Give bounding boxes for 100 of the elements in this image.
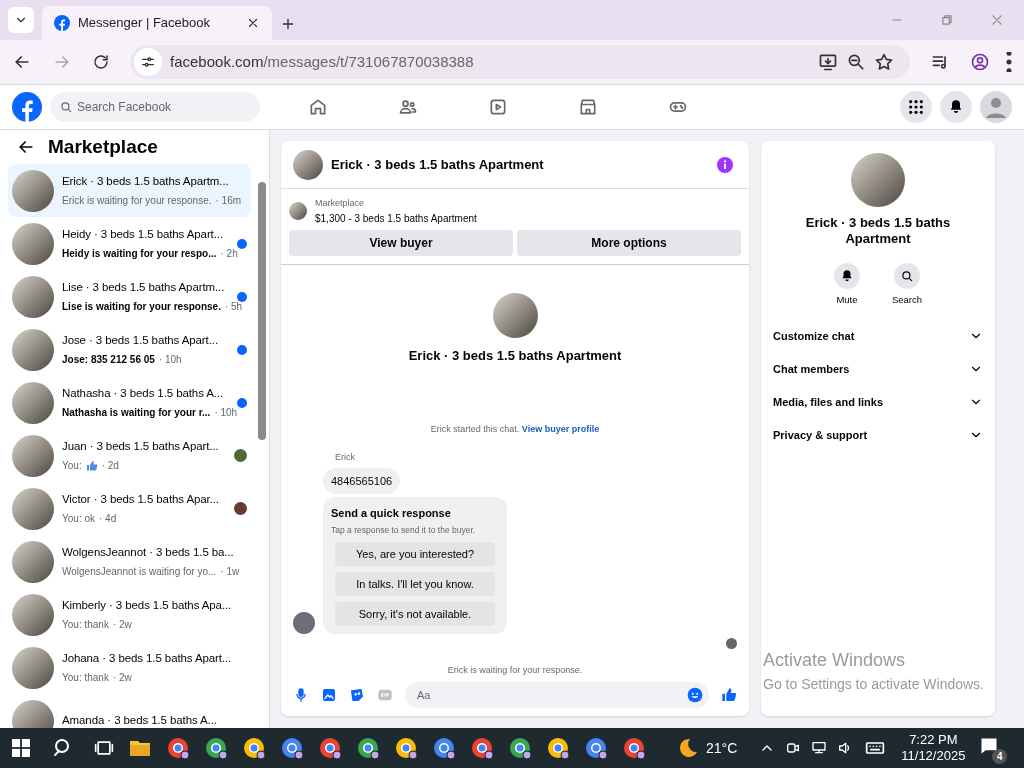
info-icon[interactable]	[717, 156, 733, 173]
conversation-item[interactable]: Johana · 3 beds 1.5 baths Apart... You: thank · 2w	[8, 641, 251, 694]
listing-action-button[interactable]: More options	[517, 229, 741, 256]
search-icon	[900, 269, 914, 283]
message-preview: You: ok	[62, 512, 95, 527]
browser-tab[interactable]: Messenger | Facebook	[42, 6, 272, 40]
sticker-icon	[349, 687, 365, 703]
apartment-photo	[12, 434, 54, 477]
conversation-item[interactable]: Victor · 3 beds 1.5 baths Apar... You: ok · 4d	[8, 482, 251, 535]
conversation-item[interactable]: Heidy · 3 beds 1.5 baths Apart... Heidy is waiting for your respo... · 2h	[8, 217, 251, 270]
read-receipt-avatar	[726, 638, 737, 650]
site-settings-icon	[140, 54, 156, 70]
section-label: Chat members	[773, 361, 851, 377]
apartment-photo	[12, 169, 54, 212]
emoji-icon[interactable]	[687, 687, 703, 703]
conversation-item[interactable]: Lise · 3 beds 1.5 baths Apartm... Lise is waiting for your response. · 5h	[8, 270, 251, 323]
mute-button[interactable]	[833, 263, 860, 289]
sidebar-title: Marketplace	[48, 134, 158, 159]
conversation-name: Erick · 3 beds 1.5 baths Apartm...	[62, 173, 230, 189]
conversation-item[interactable]: Nathasha · 3 beds 1.5 baths A... Nathasha is waiting for your r... · 10h	[8, 376, 251, 429]
apartment-photo	[12, 275, 54, 318]
microphone-icon	[293, 687, 309, 703]
conversation-item[interactable]: Jose · 3 beds 1.5 baths Apart... Jose: 835 212 56 05 · 10h	[8, 323, 251, 376]
network-icon	[811, 740, 828, 756]
search-button[interactable]	[894, 263, 920, 289]
video-icon	[488, 97, 508, 117]
message-preview: You: thank	[62, 671, 109, 686]
conversation-item[interactable]: Kimberly · 3 beds 1.5 baths Apa... You: thank · 2w	[8, 588, 251, 641]
address-bar[interactable]: facebook.com/messages/t/731067870038388	[130, 45, 910, 79]
menu-button[interactable]	[900, 91, 932, 123]
message-time: · 2h	[220, 247, 238, 262]
facebook-logo-icon[interactable]	[12, 92, 42, 122]
activation-title: Activate Windows	[763, 649, 907, 672]
conversation-name: Nathasha · 3 beds 1.5 baths A...	[62, 385, 225, 401]
section-label: Customize chat	[773, 328, 856, 344]
chrome-icon[interactable]	[622, 736, 646, 760]
chrome-icon[interactable]	[356, 736, 380, 760]
chrome-icon[interactable]	[432, 736, 456, 760]
section-label: Media, files and links	[773, 394, 885, 410]
facebook-logo-icon	[54, 15, 70, 31]
details-section[interactable]: Media, files and links	[773, 385, 983, 419]
url-text: facebook.com/messages/t/731067870038388	[170, 51, 475, 72]
message-time: · 1w	[220, 565, 240, 580]
activation-subtitle: Go to Settings to activate Windows.	[763, 675, 984, 694]
conversation-item[interactable]: WolgensJeannot · 3 beds 1.5 ba... WolgensJeannot is waiting for yo... · 1w	[8, 535, 251, 588]
store-icon	[578, 97, 598, 117]
chrome-icon[interactable]	[166, 736, 190, 760]
windows-start-icon[interactable]	[12, 739, 30, 757]
chrome-icon[interactable]	[470, 736, 494, 760]
buyer-avatar	[293, 612, 315, 635]
details-title: Erick · 3 beds 1.5 baths Apartment	[804, 215, 952, 247]
listing-title: $1,300 - 3 beds 1.5 baths Apartment	[315, 211, 477, 226]
chrome-icon[interactable]	[394, 736, 418, 760]
more-icon	[1006, 52, 1012, 72]
profile-icon[interactable]	[970, 52, 990, 72]
chrome-icon[interactable]	[546, 736, 570, 760]
listing-action-button[interactable]: View buyer	[289, 229, 513, 256]
message-preview: Erick is waiting for your response.	[62, 194, 212, 209]
chrome-icon[interactable]	[318, 736, 342, 760]
search-field[interactable]: Search Facebook	[50, 92, 260, 122]
notification-count: 4	[992, 749, 1008, 764]
quick-response-button[interactable]: Sorry, it's not available.	[335, 602, 495, 627]
apartment-photo	[289, 202, 307, 221]
details-section[interactable]: Customize chat	[773, 319, 983, 353]
message-bubble: 4846565106	[323, 467, 401, 494]
chrome-icon[interactable]	[280, 736, 304, 760]
install-app-icon	[818, 52, 838, 72]
sender-name: Erick	[335, 451, 355, 464]
task-view-icon	[94, 738, 114, 758]
message-time: · 10h	[158, 353, 182, 368]
apartment-photo	[12, 540, 54, 583]
photo-icon	[321, 687, 337, 703]
message-preview: Lise is waiting for your response.	[62, 300, 221, 315]
quick-response-title: Send a quick response	[331, 506, 452, 521]
chrome-icon[interactable]	[584, 736, 608, 760]
notifications-button[interactable]	[940, 91, 972, 123]
account-avatar-icon[interactable]	[980, 91, 1012, 123]
conversation-item[interactable]: Erick · 3 beds 1.5 baths Apartm... Erick is waiting for your response. · 16m	[8, 164, 251, 217]
apartment-photo	[12, 593, 54, 636]
conversation-name: Victor · 3 beds 1.5 baths Apar...	[62, 491, 220, 507]
thumbs-up-icon[interactable]	[721, 687, 737, 703]
chrome-icon[interactable]	[242, 736, 266, 760]
message-preview: Jose: 835 212 56 05	[62, 353, 155, 368]
view-buyer-profile-link[interactable]: View buyer profile	[521, 424, 600, 434]
chat-started-text: Erick started this chat. View buyer profile	[430, 424, 600, 434]
weather-temperature: 21°C	[706, 738, 738, 758]
star-icon	[874, 52, 894, 72]
conversation-name: Johana · 3 beds 1.5 baths Apart...	[62, 650, 233, 666]
apartment-photo	[12, 487, 54, 530]
chrome-icon[interactable]	[204, 736, 228, 760]
quick-response-button[interactable]: Yes, are you interested?	[335, 542, 495, 567]
message-input[interactable]: Aa	[405, 682, 709, 708]
gif-icon	[377, 687, 393, 703]
details-section[interactable]: Chat members	[773, 352, 983, 386]
home-icon	[308, 97, 328, 117]
chrome-icon[interactable]	[508, 736, 532, 760]
conversation-item[interactable]: Juan · 3 beds 1.5 baths Apart... You: · 2d	[8, 429, 251, 482]
message-time: · 2w	[112, 671, 132, 686]
details-section[interactable]: Privacy & support	[773, 418, 983, 452]
quick-response-button[interactable]: In talks. I'll let you know.	[335, 572, 495, 597]
